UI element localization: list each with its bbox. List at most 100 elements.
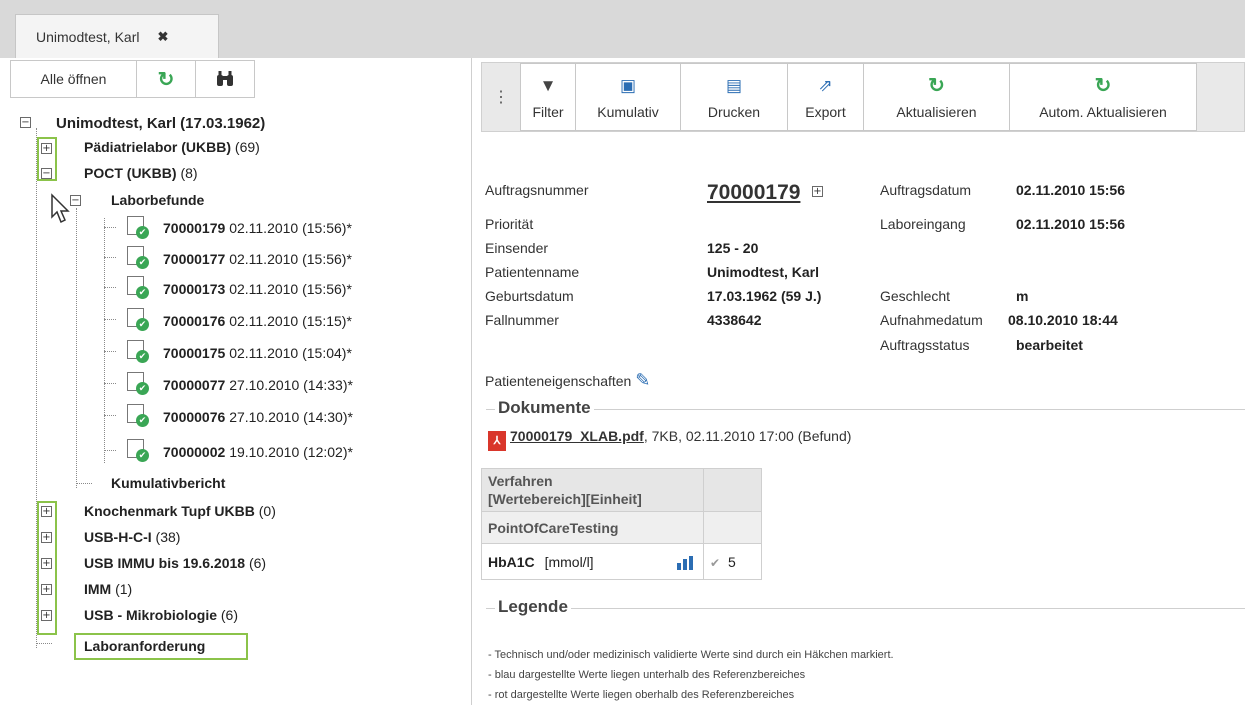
export-button[interactable]: ⇗ Export bbox=[787, 63, 864, 131]
bar-chart-icon[interactable] bbox=[677, 556, 693, 570]
tree-order[interactable]: 70000176 02.11.2010 (15:15)* bbox=[163, 312, 352, 330]
refresh-label: Aktualisieren bbox=[896, 104, 977, 120]
tree-order[interactable]: 70000077 27.10.2010 (14:33)* bbox=[163, 376, 353, 394]
tree-order[interactable]: 70000175 02.11.2010 (15:04)* bbox=[163, 344, 352, 362]
kumulativ-button[interactable]: ▣ Kumulativ bbox=[575, 63, 681, 131]
document-check-icon: ✔ bbox=[127, 276, 149, 299]
legend-line: - Technisch und/oder medizinisch validie… bbox=[488, 649, 894, 661]
test-value: 5 bbox=[727, 553, 736, 570]
collapse-root-toggle[interactable]: − bbox=[20, 117, 31, 128]
patienteneigenschaften-label[interactable]: Patienteneigenschaften ✎ bbox=[485, 370, 650, 391]
highlight-box bbox=[37, 137, 57, 181]
results-table: Verfahren [Wertebereich][Einheit] PointO… bbox=[481, 468, 762, 580]
fallnummer-value: 4338642 bbox=[707, 312, 762, 328]
tree-group-mikrobiologie[interactable]: USB - Mikrobiologie (6) bbox=[84, 606, 238, 624]
tree-order[interactable]: 70000173 02.11.2010 (15:56)* bbox=[163, 280, 352, 298]
header-line-1: Verfahren bbox=[488, 473, 553, 489]
order-number[interactable]: 70000179 bbox=[707, 181, 800, 205]
test-cell: HbA1C [mmol/l] bbox=[481, 543, 704, 580]
tree-group-knochenmark[interactable]: Knochenmark Tupf UKBB (0) bbox=[84, 502, 276, 520]
tab-label: Unimodtest, Karl bbox=[36, 28, 140, 45]
left-panel: Alle öffnen ↻ − Unimodtest, Karl (17.03.… bbox=[10, 58, 472, 705]
geburtsdatum-label: Geburtsdatum bbox=[485, 288, 574, 304]
filter-icon: ▼ bbox=[539, 76, 557, 95]
pencil-icon[interactable]: ✎ bbox=[635, 370, 650, 390]
einsender-value: 125 - 20 bbox=[707, 240, 759, 256]
tree-order[interactable]: 70000179 02.11.2010 (15:56)* bbox=[163, 219, 352, 237]
table-group-row: PointOfCareTesting bbox=[481, 511, 762, 544]
tree-order[interactable]: 70000177 02.11.2010 (15:56)* bbox=[163, 250, 352, 268]
patientenname-value: Unimodtest, Karl bbox=[707, 264, 820, 280]
table-header-row: Verfahren [Wertebereich][Einheit] bbox=[481, 468, 762, 512]
auto-refresh-label: Autom. Aktualisieren bbox=[1039, 104, 1167, 120]
tree-group-usb-immu[interactable]: USB IMMU bis 19.6.2018 (6) bbox=[84, 554, 266, 572]
drag-handle-icon[interactable]: ⋮ bbox=[482, 63, 520, 131]
fallnummer-label: Fallnummer bbox=[485, 312, 559, 328]
tree-group-paediatrielabor[interactable]: Pädiatrielabor (UKBB) (69) bbox=[84, 138, 260, 156]
value-cell: ✔ 5 bbox=[703, 543, 762, 580]
aufnahmedatum-value: 08.10.2010 18:44 bbox=[1008, 312, 1118, 328]
legend-line: - rot dargestellte Werte liegen oberhalb… bbox=[488, 689, 795, 701]
refresh-report-button[interactable]: ↻ Aktualisieren bbox=[863, 63, 1010, 131]
legend-title: Legende bbox=[495, 597, 571, 617]
aufnahmedatum-label: Aufnahmedatum bbox=[880, 312, 983, 328]
test-unit: [mmol/l] bbox=[544, 553, 594, 570]
auto-refresh-icon: ↻ bbox=[1094, 75, 1112, 97]
document-check-icon: ✔ bbox=[127, 372, 149, 395]
print-button[interactable]: ▤ Drucken bbox=[680, 63, 788, 131]
auftragsstatus-value: bearbeitet bbox=[1016, 337, 1083, 353]
document-check-icon: ✔ bbox=[127, 216, 149, 239]
document-check-icon: ✔ bbox=[127, 404, 149, 427]
documents-title: Dokumente bbox=[495, 398, 594, 418]
laboreingang-value: 02.11.2010 15:56 bbox=[1016, 216, 1125, 232]
auftragsdatum-value: 02.11.2010 15:56 bbox=[1016, 182, 1125, 198]
tree-group-usb-hci[interactable]: USB-H-C-I (38) bbox=[84, 528, 180, 546]
table-header-value bbox=[703, 468, 762, 512]
tree-order[interactable]: 70000076 27.10.2010 (14:30)* bbox=[163, 408, 353, 426]
expand-order-toggle[interactable]: + bbox=[812, 186, 823, 197]
tree-kumulativbericht[interactable]: Kumulativbericht bbox=[111, 474, 225, 492]
einsender-label: Einsender bbox=[485, 240, 549, 256]
tree-order[interactable]: 70000002 19.10.2010 (12:02)* bbox=[163, 443, 353, 461]
patientenname-label: Patientenname bbox=[485, 264, 580, 280]
close-icon[interactable]: ✖ bbox=[157, 29, 168, 45]
document-check-icon: ✔ bbox=[127, 308, 149, 331]
highlight-box bbox=[37, 501, 57, 635]
test-name[interactable]: HbA1C bbox=[488, 554, 535, 570]
table-header: Verfahren [Wertebereich][Einheit] bbox=[481, 468, 704, 512]
filter-button[interactable]: ▼ Filter bbox=[520, 63, 576, 131]
print-label: Drucken bbox=[707, 104, 761, 120]
tree-group-imm[interactable]: IMM (1) bbox=[84, 580, 132, 598]
auto-refresh-button[interactable]: ↻ Autom. Aktualisieren bbox=[1009, 63, 1197, 131]
tree-group-poct[interactable]: POCT (UKBB) (8) bbox=[84, 164, 198, 182]
document-meta: , 7KB, 02.11.2010 17:00 (Befund) bbox=[643, 428, 852, 444]
document-row: ⅄ 70000179_XLAB.pdf, 7KB, 02.11.2010 17:0… bbox=[488, 428, 851, 451]
report-toolbar: ⋮ ▼ Filter ▣ Kumulativ ▤ Drucken ⇗ Expor… bbox=[481, 62, 1245, 132]
right-panel: ⋮ ▼ Filter ▣ Kumulativ ▤ Drucken ⇗ Expor… bbox=[473, 58, 1245, 705]
tab-patient[interactable]: Unimodtest, Karl ✖ bbox=[15, 14, 219, 58]
document-check-icon: ✔ bbox=[127, 246, 149, 269]
legend-line: - blau dargestellte Werte liegen unterha… bbox=[488, 669, 806, 681]
documents-section bbox=[486, 409, 1245, 410]
laboreingang-label: Laboreingang bbox=[880, 216, 966, 232]
group-label: PointOfCareTesting bbox=[481, 511, 704, 544]
document-check-icon: ✔ bbox=[127, 439, 149, 462]
kumulativ-label: Kumulativ bbox=[597, 104, 659, 120]
legend-section bbox=[486, 608, 1245, 609]
tab-bar: Unimodtest, Karl ✖ bbox=[0, 0, 1245, 58]
header-line-2: [Wertebereich][Einheit] bbox=[488, 491, 642, 507]
patient-tree: − Unimodtest, Karl (17.03.1962) + Pädiat… bbox=[10, 58, 472, 705]
validated-check-icon: ✔ bbox=[710, 555, 721, 570]
export-icon: ⇗ bbox=[818, 76, 833, 95]
tree-root[interactable]: Unimodtest, Karl (17.03.1962) bbox=[56, 114, 265, 133]
geburtsdatum-value: 17.03.1962 (59 J.) bbox=[707, 288, 822, 304]
tree-folder-laborbefunde[interactable]: Laborbefunde bbox=[111, 191, 204, 209]
geschlecht-value: m bbox=[1016, 288, 1029, 304]
geschlecht-label: Geschlecht bbox=[880, 288, 951, 304]
refresh-icon: ↻ bbox=[928, 75, 945, 97]
cumulative-report-icon: ▣ bbox=[619, 76, 637, 95]
prioritaet-label: Priorität bbox=[485, 216, 534, 232]
document-link[interactable]: 70000179_XLAB.pdf bbox=[510, 428, 644, 444]
tree-laboranforderung[interactable]: Laboranforderung bbox=[84, 637, 205, 655]
printer-icon: ▤ bbox=[725, 76, 743, 95]
